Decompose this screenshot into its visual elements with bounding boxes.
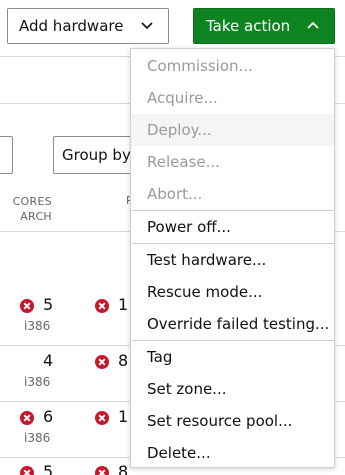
menu-item-test-hardware[interactable]: Test hardware...: [131, 244, 334, 276]
take-action-button[interactable]: Take action: [193, 8, 335, 44]
menu-item-commission[interactable]: Commission...: [131, 50, 334, 82]
menu-item-rescue-mode[interactable]: Rescue mode...: [131, 276, 334, 308]
take-action-label: Take action: [206, 17, 291, 35]
chevron-up-icon: [307, 21, 319, 29]
cores-value: 4: [43, 351, 54, 370]
menu-item-deploy[interactable]: Deploy...: [131, 114, 334, 146]
error-icon: [95, 355, 109, 369]
add-hardware-button[interactable]: Add hardware: [7, 8, 169, 44]
cores-value: 5: [43, 462, 54, 475]
menu-item-release[interactable]: Release...: [131, 146, 334, 178]
menu-item-power-off[interactable]: Power off...: [131, 211, 334, 243]
header-arch: ARCH: [20, 210, 52, 223]
take-action-dropdown-menu: Commission... Acquire... Deploy... Relea…: [130, 48, 335, 468]
chevron-down-icon: [141, 22, 153, 30]
menu-item-abort[interactable]: Abort...: [131, 178, 334, 210]
ram-value: 1: [118, 407, 129, 426]
error-icon: [95, 299, 109, 313]
error-icon: [20, 411, 34, 425]
header-cores: CORES: [12, 195, 52, 208]
ram-value: 1: [118, 295, 129, 314]
cores-value: 5: [43, 295, 54, 314]
arch-value: i386: [24, 319, 51, 333]
add-hardware-label: Add hardware: [19, 17, 124, 35]
search-input[interactable]: [0, 136, 13, 174]
column-header-cores-arch[interactable]: CORES ARCH: [0, 194, 52, 224]
error-icon: [20, 466, 34, 475]
menu-item-delete[interactable]: Delete...: [131, 437, 334, 469]
error-icon: [20, 299, 34, 313]
menu-item-set-resource-pool[interactable]: Set resource pool...: [131, 405, 334, 437]
group-by-label: Group by: [62, 146, 131, 164]
menu-item-set-zone[interactable]: Set zone...: [131, 373, 334, 405]
error-icon: [95, 411, 109, 425]
menu-item-override-failed-testing[interactable]: Override failed testing...: [131, 308, 334, 340]
menu-item-tag[interactable]: Tag: [131, 341, 334, 373]
cores-value: 6: [43, 407, 54, 426]
arch-value: i386: [24, 431, 51, 445]
ram-value: 8: [118, 351, 129, 370]
arch-value: i386: [24, 375, 51, 389]
menu-item-acquire[interactable]: Acquire...: [131, 82, 334, 114]
error-icon: [95, 466, 109, 475]
ram-value: 8: [118, 462, 129, 475]
